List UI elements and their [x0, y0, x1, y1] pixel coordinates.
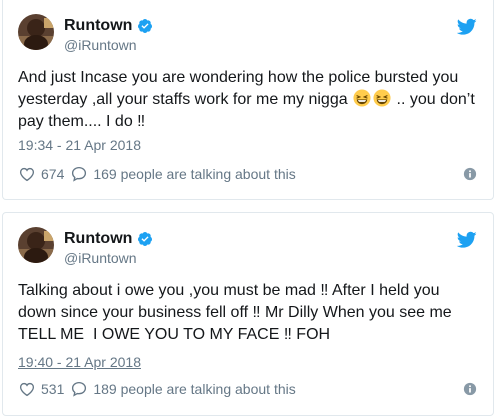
verified-badge-icon — [138, 232, 153, 246]
tweet-actions: 674 169 people are talking about this — [18, 164, 296, 184]
tweet-actions: 531 189 people are talking about this — [18, 379, 296, 399]
avatar[interactable] — [18, 227, 54, 263]
grinning-squinting-face-icon — [353, 89, 371, 107]
verified-badge-icon — [138, 19, 153, 33]
like-count: 674 — [41, 166, 65, 182]
like-count: 531 — [41, 381, 65, 397]
tweet-text: Talking about i owe you ,you must be mad… — [18, 282, 456, 343]
heart-outline-icon[interactable] — [18, 380, 36, 398]
handle[interactable]: @iRuntown — [64, 250, 137, 266]
speech-bubble-icon[interactable] — [70, 380, 88, 398]
avatar[interactable] — [18, 14, 54, 50]
tweet-text: And just Incase you are wondering how th… — [18, 67, 480, 133]
handle[interactable]: @iRuntown — [64, 37, 137, 53]
info-circle-icon[interactable] — [463, 167, 477, 181]
talking-count[interactable]: 189 people are talking about this — [93, 381, 295, 397]
display-name[interactable]: Runtown — [64, 230, 153, 248]
tweet-card: Runtown @iRuntown Talking about i owe yo… — [2, 212, 494, 416]
timestamp-link[interactable]: 19:34 - 21 Apr 2018 — [18, 137, 141, 153]
grinning-squinting-face-icon — [373, 89, 391, 107]
display-name-text[interactable]: Runtown — [64, 17, 132, 35]
tweet-card: Runtown @iRuntown And just Incase you ar… — [2, 0, 494, 200]
twitter-bird-icon[interactable] — [457, 231, 477, 249]
twitter-bird-icon[interactable] — [457, 18, 477, 36]
heart-outline-icon[interactable] — [18, 165, 36, 183]
display-name[interactable]: Runtown — [64, 17, 153, 35]
info-circle-icon[interactable] — [463, 382, 477, 396]
timestamp-link[interactable]: 19:40 - 21 Apr 2018 — [18, 354, 141, 370]
display-name-text[interactable]: Runtown — [64, 230, 132, 248]
speech-bubble-icon[interactable] — [70, 165, 88, 183]
talking-count[interactable]: 169 people are talking about this — [93, 166, 295, 182]
